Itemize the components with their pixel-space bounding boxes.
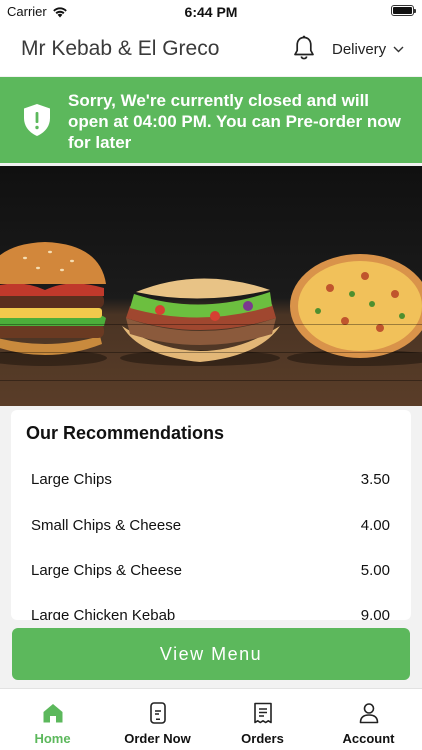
- shield-alert-icon: [24, 104, 50, 136]
- food-illustration: [0, 242, 422, 366]
- item-name: Small Chips & Cheese: [31, 517, 182, 534]
- item-name: Large Chips: [31, 471, 112, 488]
- recommendation-item[interactable]: Large Chicken Kebab 9.00: [11, 595, 411, 620]
- item-price: 4.00: [360, 517, 390, 534]
- recommendations-card: Our Recommendations Large Chips 3.50 Sma…: [11, 410, 411, 620]
- receipt-icon: [253, 702, 272, 724]
- item-name: Large Chicken Kebab: [31, 607, 176, 620]
- burger-illustration: [0, 242, 107, 366]
- battery-icon: [391, 5, 416, 16]
- item-price: 3.50: [360, 471, 390, 488]
- item-price: 9.00: [360, 607, 390, 620]
- home-icon: [43, 704, 62, 723]
- recommendations-title: Our Recommendations: [26, 423, 225, 443]
- tab-orders[interactable]: Orders: [210, 689, 315, 750]
- order-icon: [149, 702, 166, 724]
- tab-account[interactable]: Account: [316, 689, 421, 750]
- app-header: Mr Kebab & El Greco Delivery: [0, 22, 422, 76]
- view-menu-button[interactable]: View Menu: [12, 628, 410, 680]
- closed-message: Sorry, We're currently closed and will o…: [68, 91, 401, 152]
- person-icon: [359, 703, 378, 724]
- item-name: Large Chips & Cheese: [31, 562, 182, 579]
- restaurant-title: Mr Kebab & El Greco: [21, 37, 220, 60]
- bottom-tab-bar: Home Order Now Orders Account: [0, 688, 422, 750]
- clock: 6:44 PM: [184, 4, 238, 20]
- status-bar: Carrier 6:44 PM: [0, 0, 422, 22]
- recommendation-item[interactable]: Large Chips & Cheese 5.00: [11, 550, 411, 594]
- recommendation-item[interactable]: Small Chips & Cheese 4.00: [11, 505, 411, 549]
- hero-food-image: [0, 166, 422, 406]
- closed-notice-banner: Sorry, We're currently closed and will o…: [0, 77, 422, 163]
- tab-label: Account: [342, 731, 395, 746]
- tab-label: Home: [34, 731, 71, 746]
- item-price: 5.00: [360, 562, 390, 579]
- tab-label: Orders: [241, 731, 284, 746]
- recommendation-item[interactable]: Large Chips 3.50: [11, 459, 411, 503]
- delivery-mode-label: Delivery: [332, 41, 387, 58]
- bell-icon[interactable]: [292, 35, 316, 61]
- tab-label: Order Now: [124, 731, 191, 746]
- tab-order-now[interactable]: Order Now: [105, 689, 210, 750]
- chevron-down-icon: [393, 46, 404, 53]
- delivery-mode-selector[interactable]: Delivery: [332, 41, 404, 58]
- pizza-illustration: [287, 254, 422, 366]
- tab-home[interactable]: Home: [0, 689, 105, 750]
